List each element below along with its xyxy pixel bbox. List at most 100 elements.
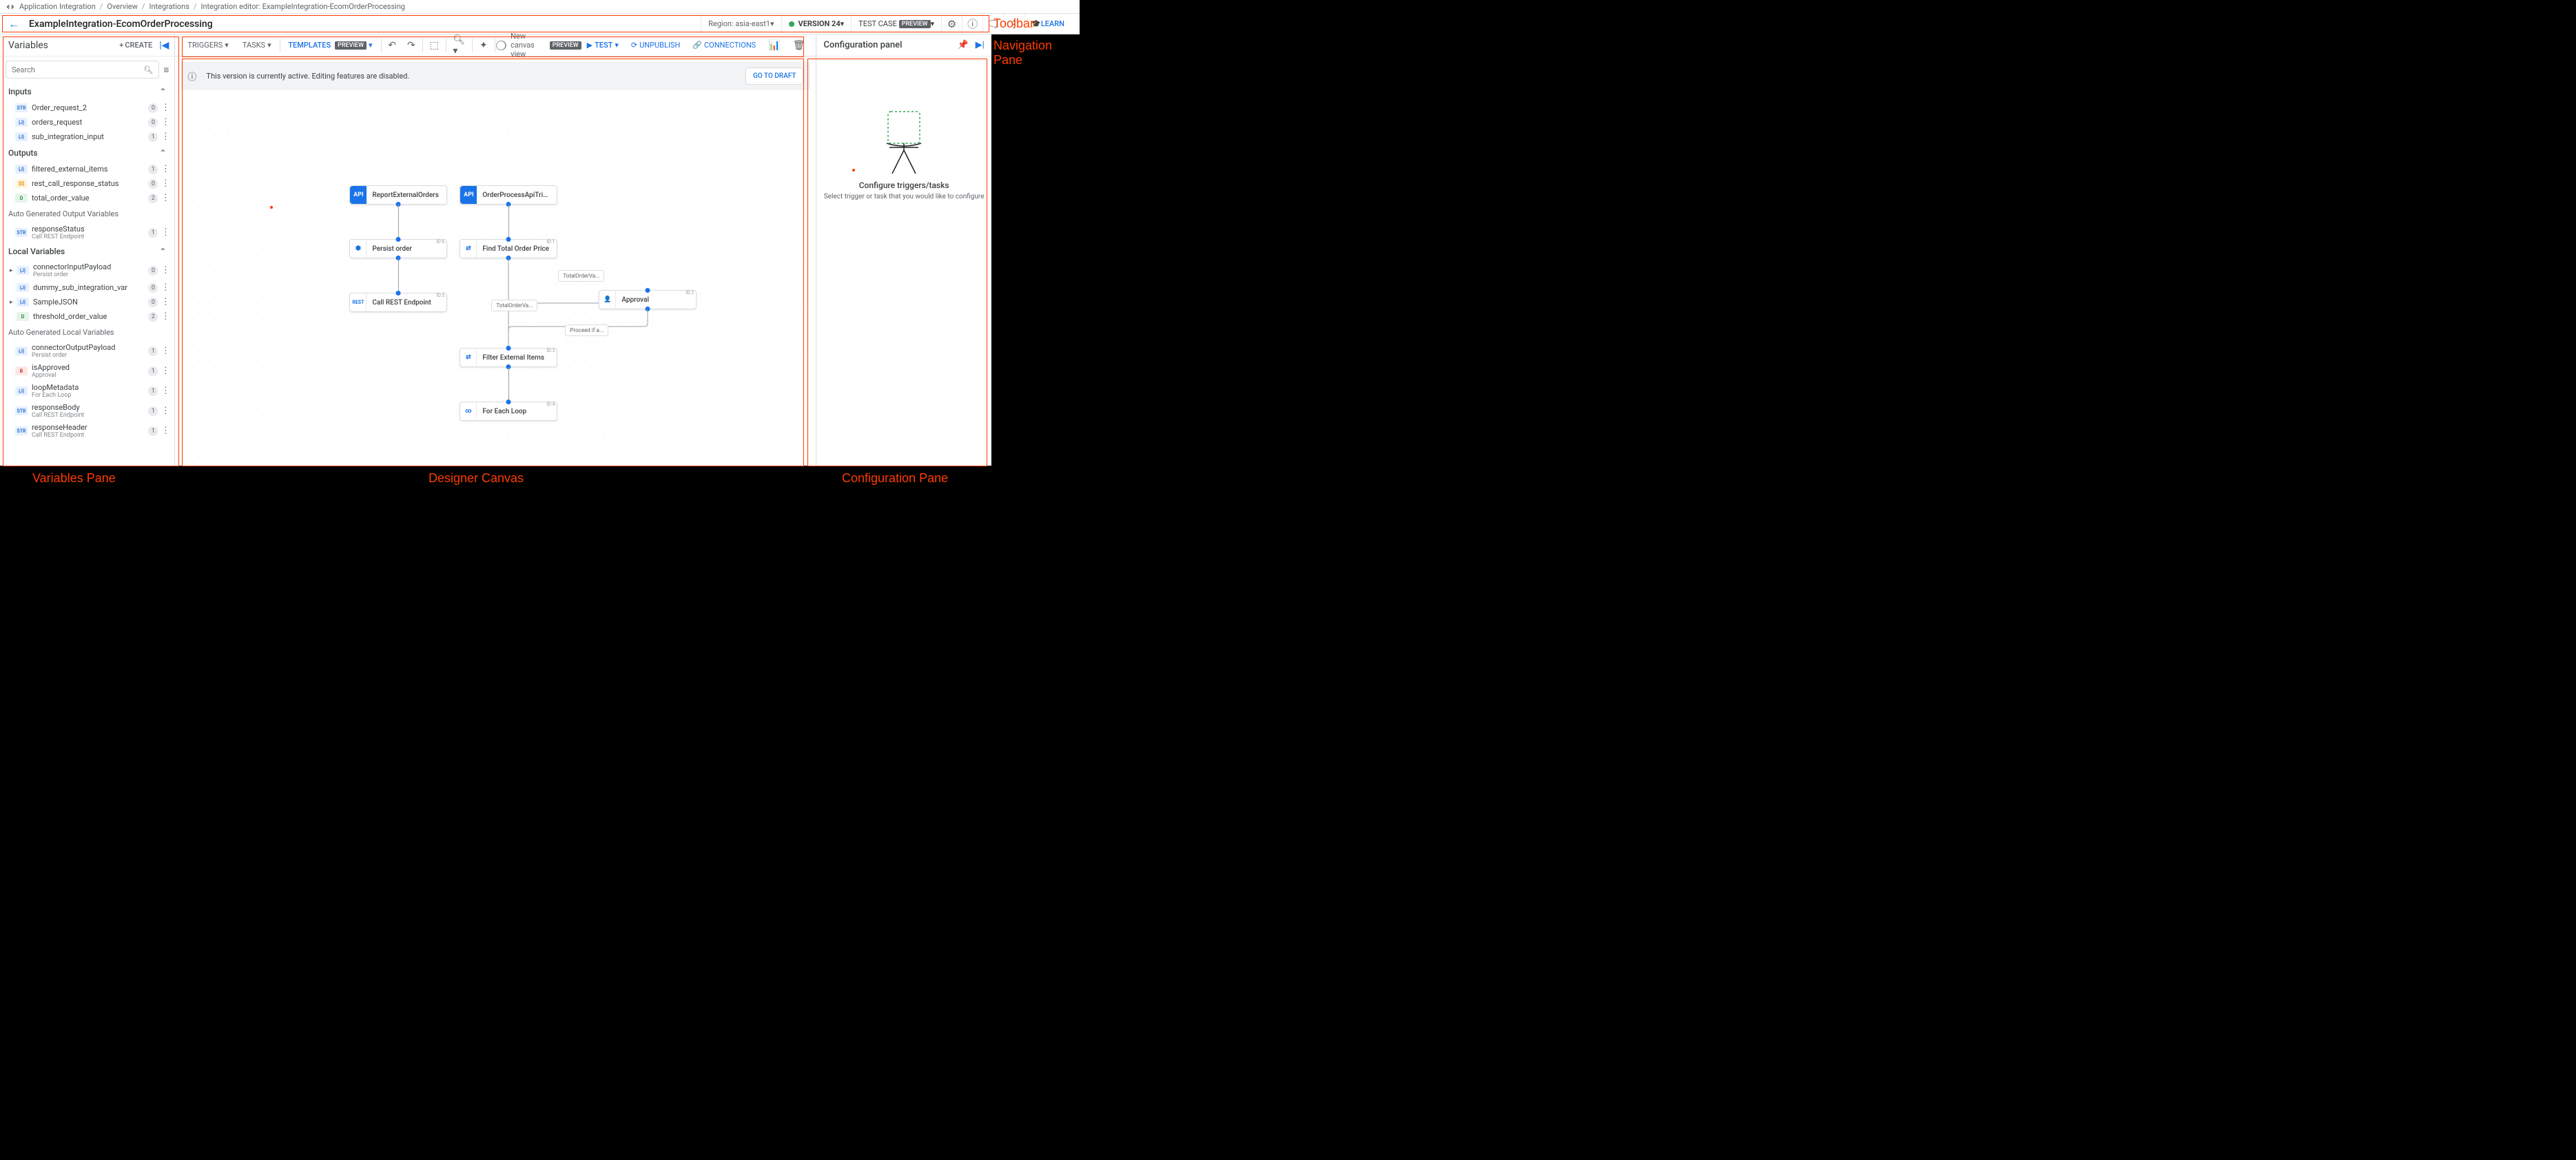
usage-count: 1 (148, 132, 158, 142)
breadcrumb-app[interactable]: Application Integration (19, 2, 96, 11)
kebab-menu-icon[interactable]: ⋮ (161, 426, 170, 436)
variable-row[interactable]: Dtotal_order_value2⋮ (0, 191, 174, 205)
type-badge: {J} (17, 266, 29, 275)
kebab-menu-icon[interactable]: ⋮ (161, 103, 170, 113)
variable-row[interactable]: STROrder_request_20⋮ (0, 101, 174, 115)
breadcrumb-overview[interactable]: Overview (107, 2, 138, 11)
variable-name: loopMetadataFor Each Loop (32, 383, 145, 399)
section-locals[interactable]: Local Variables⌃ (0, 242, 174, 260)
node-call-rest-endpoint[interactable]: ID:5 REST Call REST Endpoint (349, 293, 447, 312)
connections-button[interactable]: 🔗 CONNECTIONS (687, 41, 761, 50)
new-canvas-toggle[interactable]: New canvas view PREVIEW (496, 32, 581, 59)
triggers-dropdown[interactable]: TRIGGERS ▾ (181, 34, 235, 56)
test-case-selector[interactable]: TEST CASEPREVIEW ▾ (851, 14, 941, 34)
variable-row[interactable]: {J}filtered_external_items1⋮ (0, 162, 174, 176)
kebab-menu-icon[interactable]: ⋮ (161, 164, 170, 174)
kebab-menu-icon[interactable]: ⋮ (161, 386, 170, 396)
create-variable-button[interactable]: + CREATE (119, 41, 152, 50)
expand-arrow-icon[interactable]: ▸ (10, 267, 17, 274)
search-icon[interactable]: 🔍︎ (143, 65, 153, 74)
kebab-menu-icon[interactable]: ⋮ (161, 366, 170, 376)
variable-row[interactable]: {J}orders_request0⋮ (0, 115, 174, 130)
tasks-dropdown[interactable]: TASKS ▾ (236, 34, 278, 56)
gemini-icon[interactable]: ✦ (474, 40, 493, 51)
variable-name: rest_call_response_status (32, 179, 145, 188)
node-persist-order[interactable]: ID:6 ⬢ Persist order (349, 239, 447, 258)
region-selector[interactable]: Region: asia-east1 ▾ (701, 14, 781, 34)
undo-icon[interactable]: ↶ (382, 40, 402, 51)
variable-row[interactable]: {J}sub_integration_input1⋮ (0, 130, 174, 144)
type-badge: {J} (15, 386, 28, 395)
rest-icon: REST (350, 293, 367, 311)
pin-icon[interactable]: 📌 (957, 40, 968, 50)
kebab-menu-icon[interactable]: ⋮ (161, 265, 170, 276)
datastore-icon: ⬢ (350, 240, 367, 258)
kebab-menu-icon[interactable]: ⋮ (161, 227, 170, 238)
api-icon: API (350, 186, 367, 204)
type-badge: {J} (15, 118, 28, 127)
filter-icon[interactable]: ≡ (163, 64, 169, 76)
node-order-process-api-trigger[interactable]: API OrderProcessApiTrigger (460, 185, 557, 205)
active-version-banner: ⓘ This version is currently active. Edit… (181, 62, 810, 90)
node-find-total-order-price[interactable]: ID:1 ⇄ Find Total Order Price (460, 239, 557, 258)
unpublish-button[interactable]: ⟳ UNPUBLISH (626, 41, 686, 50)
logs-icon[interactable]: 📊 (763, 40, 785, 51)
expand-pane-icon[interactable]: ▶| (976, 40, 985, 50)
search-input[interactable]: 🔍︎ (6, 61, 159, 79)
easel-icon (880, 105, 928, 180)
auto-layout-icon[interactable]: ⬚ (424, 40, 444, 51)
breadcrumb-integrations[interactable]: Integrations (149, 2, 189, 11)
kebab-menu-icon[interactable]: ⋮ (161, 117, 170, 127)
edge-label-total-1: TotalOrderVa... (558, 270, 604, 282)
kebab-menu-icon[interactable]: ⋮ (161, 282, 170, 293)
collapse-pane-icon[interactable]: |◀ (159, 40, 169, 51)
variable-name: filtered_external_items (32, 165, 145, 174)
annotation-vars-pane: Variables Pane (32, 471, 116, 486)
variable-row[interactable]: ▸{J}SampleJSON0⋮ (0, 295, 174, 309)
variable-row[interactable]: {J}loopMetadataFor Each Loop1⋮ (0, 381, 174, 401)
test-button[interactable]: ▶ TEST ▾ (581, 41, 624, 50)
variable-row[interactable]: STRresponseStatusCall REST Endpoint1⋮ (0, 222, 174, 242)
kebab-menu-icon[interactable]: ⋮ (161, 132, 170, 142)
info-icon[interactable]: ⓘ (962, 14, 982, 34)
zoom-icon[interactable]: 🔍︎▾ (447, 34, 471, 56)
node-filter-external-items[interactable]: ID:3 ⇄ Filter External Items (460, 348, 557, 367)
usage-count: 1 (148, 406, 158, 416)
variable-row[interactable]: STRresponseHeaderCall REST Endpoint1⋮ (0, 421, 174, 441)
kebab-menu-icon[interactable]: ⋮ (161, 178, 170, 189)
variable-row[interactable]: STRresponseBodyCall REST Endpoint1⋮ (0, 401, 174, 421)
node-report-external-orders[interactable]: API ReportExternalOrders (349, 185, 447, 205)
node-for-each-loop[interactable]: ID:4 ∞ For Each Loop (460, 402, 557, 421)
variable-row[interactable]: Dthreshold_order_value2⋮ (0, 309, 174, 324)
variable-row[interactable]: [S]rest_call_response_status0⋮ (0, 176, 174, 191)
variable-row[interactable]: BisApprovedApproval1⋮ (0, 361, 174, 381)
back-arrow-icon[interactable]: ← (8, 17, 19, 31)
go-to-draft-button[interactable]: GO TO DRAFT (745, 68, 803, 85)
section-inputs[interactable]: Inputs⌃ (0, 83, 174, 101)
type-badge: D (15, 194, 28, 203)
annotation-nav-pane: Navigation Pane (993, 39, 1080, 68)
variable-name: threshold_order_value (33, 312, 145, 321)
kebab-menu-icon[interactable]: ⋮ (161, 406, 170, 416)
usage-count: 0 (148, 266, 158, 276)
settings-icon[interactable]: ⚙ (941, 14, 962, 34)
kebab-menu-icon[interactable]: ⋮ (161, 193, 170, 203)
section-outputs[interactable]: Outputs⌃ (0, 144, 174, 162)
variable-row[interactable]: ▸{J}connectorInputPayloadPersist order0⋮ (0, 260, 174, 280)
redo-icon[interactable]: ↷ (402, 40, 421, 51)
subheader-auto-locals: Auto Generated Local Variables (0, 324, 174, 341)
variable-row[interactable]: {J}dummy_sub_integration_var0⋮ (0, 280, 174, 295)
node-approval[interactable]: ID:2 👤 Approval (599, 290, 697, 309)
breadcrumb: Application Integration / Overview / Int… (0, 0, 1080, 14)
kebab-menu-icon[interactable]: ⋮ (161, 346, 170, 356)
canvas[interactable]: API ReportExternalOrders API OrderProces… (175, 96, 816, 486)
delete-icon[interactable]: 🗑 (787, 40, 811, 51)
loop-icon: ∞ (460, 402, 477, 420)
version-selector[interactable]: VERSION 24 ▾ (781, 14, 852, 34)
expand-arrow-icon[interactable]: ▸ (10, 299, 17, 306)
templates-dropdown[interactable]: TEMPLATESPREVIEW ▾ (281, 34, 379, 56)
usage-count: 1 (148, 366, 158, 376)
kebab-menu-icon[interactable]: ⋮ (161, 297, 170, 307)
variable-row[interactable]: {J}connectorOutputPayloadPersist order1⋮ (0, 341, 174, 361)
kebab-menu-icon[interactable]: ⋮ (161, 311, 170, 322)
